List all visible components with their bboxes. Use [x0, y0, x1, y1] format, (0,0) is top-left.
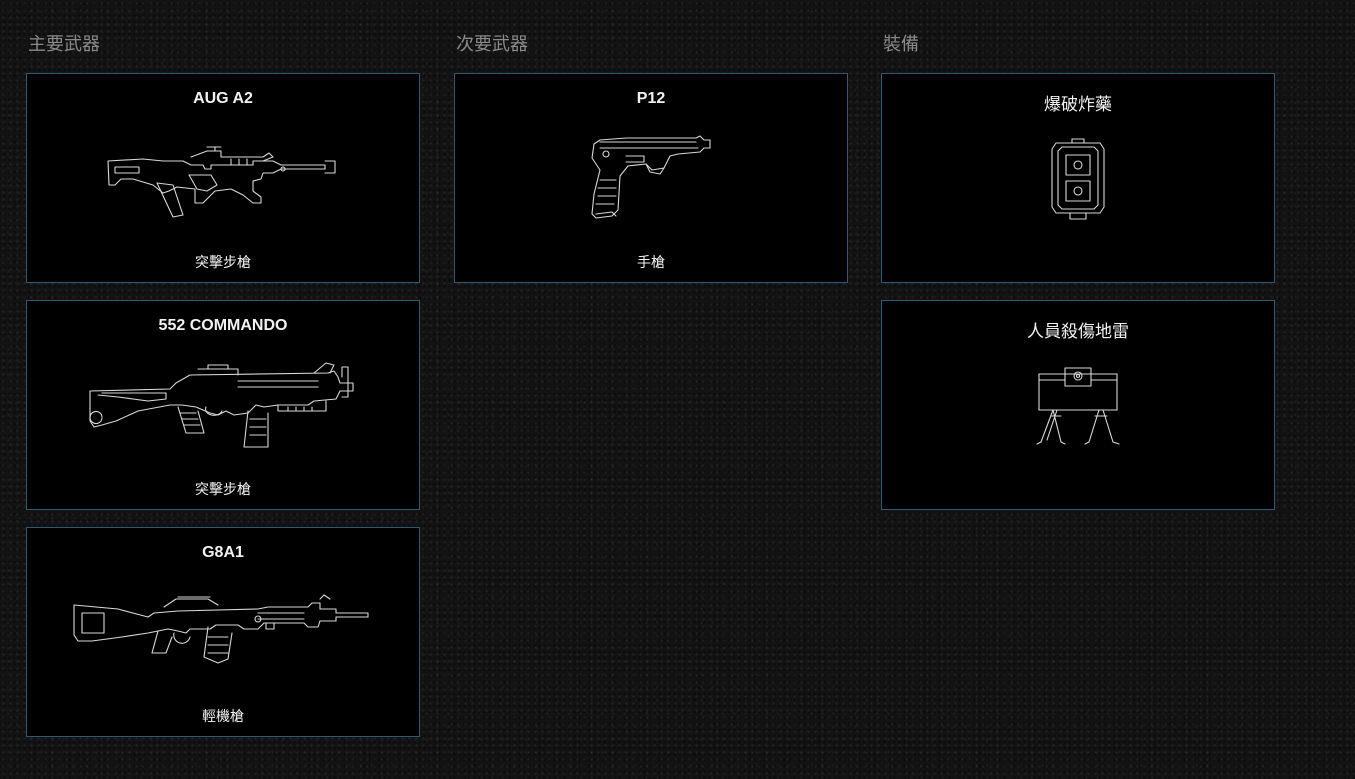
gadget-card-breach-charge[interactable]: 爆破炸藥 [881, 73, 1275, 283]
weapon-name: P12 [636, 90, 666, 107]
weapon-name: 552 COMMANDO [158, 317, 288, 334]
weapon-type: 輕機槍 [202, 708, 244, 724]
weapon-type: 突擊步槍 [195, 481, 251, 497]
claymore-mine-icon [882, 351, 1274, 461]
g8a1-lmg-icon [27, 578, 419, 688]
gadget-column: 裝備 爆破炸藥 人員殺傷地雷 [881, 30, 1275, 527]
gadget-name: 爆破炸藥 [1044, 95, 1112, 114]
secondary-weapons-title: 次要武器 [456, 34, 528, 54]
weapon-card-aug-a2[interactable]: AUG A2 突擊步槍 [26, 73, 420, 283]
breach-charge-icon [882, 124, 1274, 234]
primary-weapons-title: 主要武器 [28, 34, 100, 54]
p12-pistol-icon [455, 124, 847, 234]
primary-weapons-column: 主要武器 AUG A2 突擊步槍 552 COMMANDO 突擊步槍 G8A1 … [26, 30, 420, 754]
weapon-name: G8A1 [202, 544, 244, 561]
aug-a2-rifle-icon [27, 124, 419, 234]
weapon-name: AUG A2 [193, 90, 253, 107]
weapon-type: 手槍 [637, 254, 665, 270]
gadget-card-claymore[interactable]: 人員殺傷地雷 [881, 300, 1275, 510]
weapon-card-552-commando[interactable]: 552 COMMANDO 突擊步槍 [26, 300, 420, 510]
weapon-card-p12[interactable]: P12 手槍 [454, 73, 848, 283]
gadget-name: 人員殺傷地雷 [1027, 322, 1129, 341]
secondary-weapons-column: 次要武器 P12 手槍 [454, 30, 848, 300]
gadget-title: 裝備 [883, 34, 919, 54]
weapon-card-g8a1[interactable]: G8A1 輕機槍 [26, 527, 420, 737]
552-commando-rifle-icon [27, 351, 419, 461]
weapon-type: 突擊步槍 [195, 254, 251, 270]
